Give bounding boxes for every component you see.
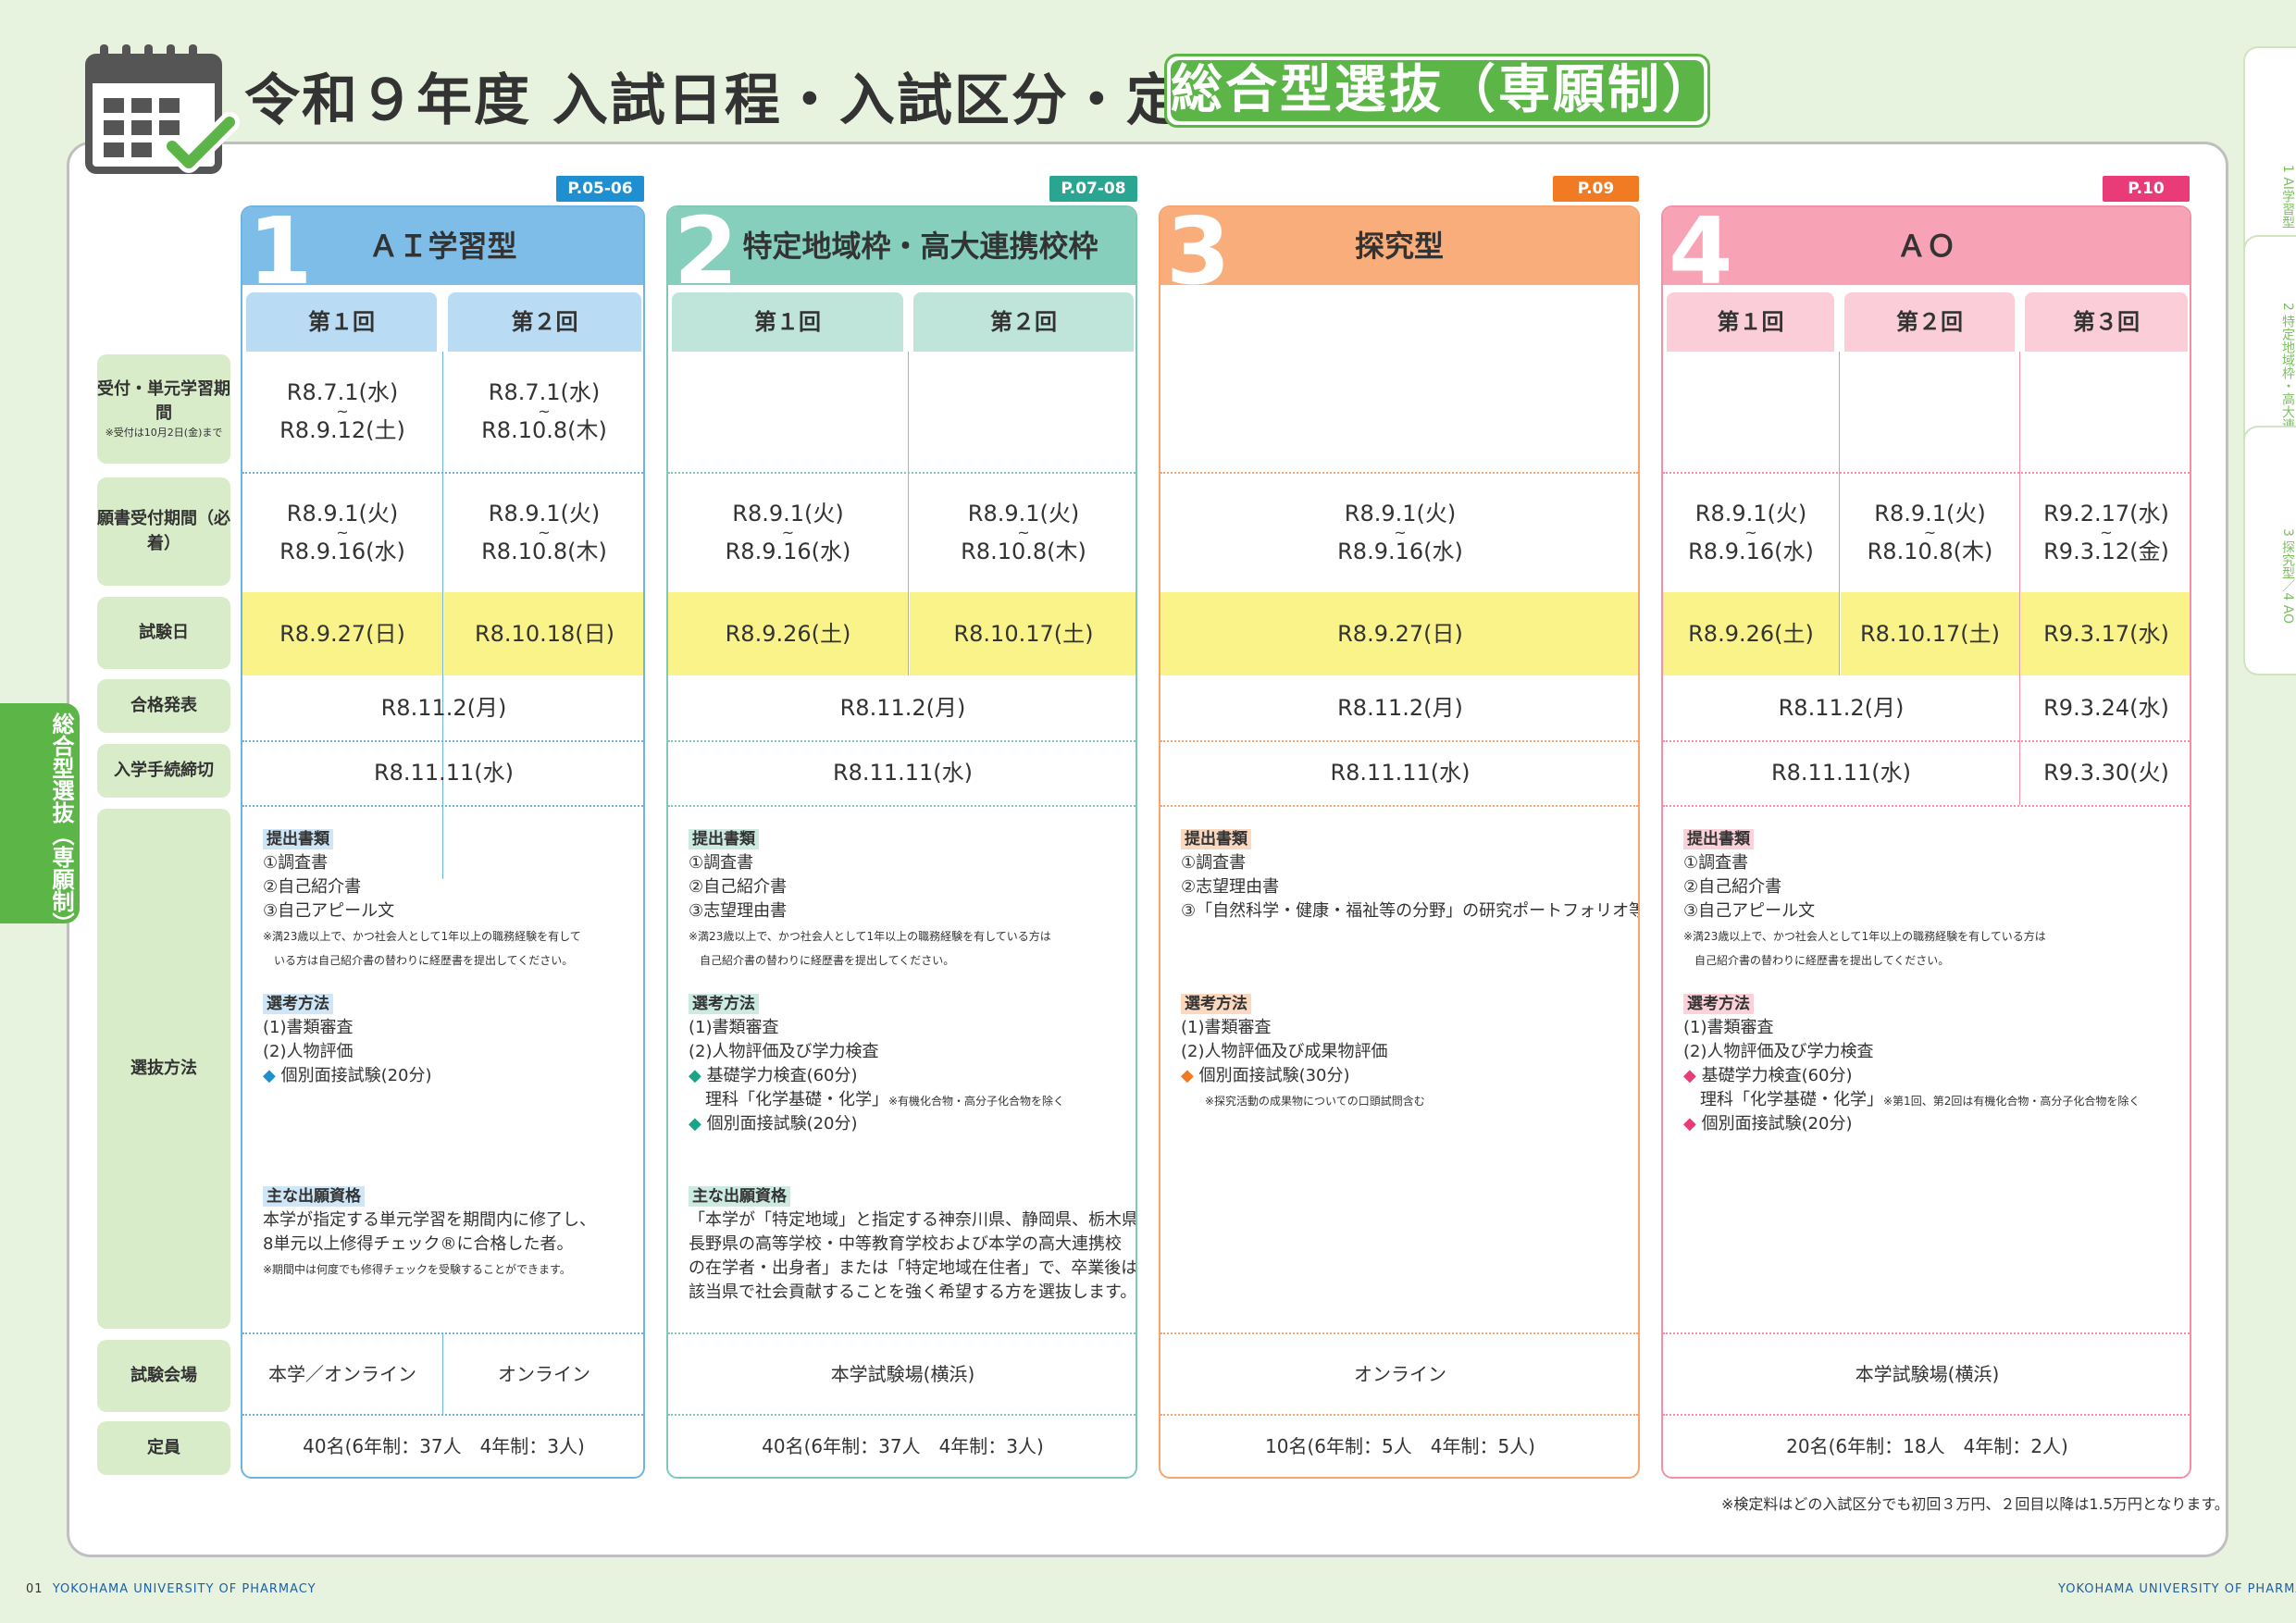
page-title: 令和９年度 入試日程・入試区分・定員 [244,68,1241,133]
card-header: 3 探究型 [1160,207,1638,298]
diamond-bullet-icon: ◆ [689,1066,701,1085]
enroll-deadline: R8.11.11(水) [832,759,973,786]
page-link-tokutei[interactable]: P.07-08 [1049,176,1137,202]
page-link-ai[interactable]: P.05-06 [556,176,644,202]
venue: 本学試験場(横浜) [830,1363,975,1385]
method-block: 選考方法 (1)書類審査 (2)人物評価及び成果物評価 ◆ 個別面接試験(30分)… [1181,994,1425,1108]
apply-period-2: R8.9.1(火) ~ R8.10.8(木) [481,501,607,564]
exam-date-2: R8.10.18(日) [444,592,643,675]
docs-block: 提出書類 ①調査書 ②志望理由書 ③「自然科学・健康・福祉等の分野」の研究ポートフォ… [1181,829,1640,921]
venue: オンライン [1354,1363,1446,1385]
unit-period-1: R8.7.1(水) ~ R8.9.12(土) [279,379,405,443]
method-block: 選考方法 (1)書類審査 (2)人物評価及び学力検査 ◆ 基礎学力検査(60分) … [689,994,1065,1134]
result-date: R8.11.2(月) [1778,694,1905,721]
result-date: R8.11.2(月) [380,694,507,721]
category-card-tokutei: 2 特定地域枠・高大連携校枠 第１回 第２回 R8.9.1(火) ~ R8.9.16… [666,205,1137,1479]
card-header: 4 ＡＯ [1663,207,2190,298]
category-card-ai: 1 ＡＩ学習型 第１回 第２回 R8.7.1(水) ~ R8.9.12(土) R8.… [241,205,645,1479]
apply-period: R8.9.1(火) ~ R8.9.16(水) [1337,501,1463,564]
row-label-method: 選抜方法 [97,809,230,1329]
qualification-block: 主な出願資格 「本学が「特定地域」と指定する神奈川県、静岡県、栃木県、 長野県の高… [689,1186,1137,1302]
calendar-check-icon [83,37,241,194]
result-date: R8.11.2(月) [1337,694,1463,721]
round-header-1: 第１回 [246,292,437,352]
right-tab-3-4[interactable]: 3 探究型／4 AO [2243,426,2296,675]
exam-date-3: R9.3.17(水) [2021,592,2190,675]
diamond-bullet-icon: ◆ [1181,1066,1194,1085]
diamond-bullet-icon: ◆ [689,1114,701,1134]
docs-block: 提出書類 ①調査書 ②自己紹介書 ③志望理由書 ※満23歳以上で、かつ社会人として1… [689,829,1051,967]
apply-period-2: R8.9.1(火) ~ R8.10.8(木) [961,501,1086,564]
result-date: R8.11.2(月) [839,694,966,721]
category-title: 特定地域枠・高大連携校枠 [742,229,1098,264]
row-label-unit: 受付・単元学習期間 ※受付は10月2日(金)まで [97,354,230,464]
footer-left: 01 YOKOHAMA UNIVERSITY OF PHARMACY [26,1582,316,1596]
diamond-bullet-icon: ◆ [1683,1114,1696,1134]
row-label-venue: 試験会場 [97,1340,230,1412]
apply-period-1: R8.9.1(火) ~ R8.9.16(水) [725,501,851,564]
docs-block: 提出書類 ①調査書 ②自己紹介書 ③自己アピール文 ※満23歳以上で、かつ社会人とし… [1683,829,2046,967]
exam-date-2: R8.10.17(土) [1841,592,2019,675]
row-label-result: 合格発表 [97,679,230,733]
page-link-ao[interactable]: P.10 [2103,176,2190,202]
round-header-1: 第１回 [1667,292,1834,352]
venue: 本学試験場(横浜) [1855,1363,2000,1385]
capacity: 40名(6年制：37人 4年制：3人) [762,1435,1044,1457]
exam-date-1: R8.9.27(日) [242,592,442,675]
qualification-block: 主な出願資格 本学が指定する単元学習を期間内に修了し、 8単元以上修得チェック®に… [263,1186,596,1276]
apply-period-2: R8.9.1(火) ~ R8.10.8(木) [1867,501,1993,564]
round-header-2: 第２回 [448,292,641,352]
row-label-exam: 試験日 [97,597,230,669]
apply-period-1: R8.9.1(火) ~ R8.9.16(水) [1688,501,1814,564]
round-header-3: 第３回 [2025,292,2188,352]
row-label-capacity: 定員 [97,1421,230,1475]
enroll-deadline-3: R9.3.30(火) [2043,759,2169,786]
row-label-enroll: 入学手続締切 [97,744,230,798]
exam-date-1: R8.9.26(土) [668,592,908,675]
exam-date-1: R8.9.26(土) [1663,592,1839,675]
venue-1: 本学／オンライン [268,1363,416,1385]
result-date-3: R9.3.24(水) [2043,694,2169,721]
venue-2: オンライン [498,1363,590,1385]
apply-period-1: R8.9.1(火) ~ R8.9.16(水) [279,501,405,564]
category-card-ao: 4 ＡＯ 第１回 第２回 第３回 R8.9.1(火) ~ R8.9.16(水) R8… [1661,205,2191,1479]
capacity: 20名(6年制：18人 4年制：2人) [1786,1435,2068,1457]
method-block: 選考方法 (1)書類審査 (2)人物評価及び学力検査 ◆ 基礎学力検査(60分) … [1683,994,2141,1134]
diamond-bullet-icon: ◆ [1683,1066,1696,1085]
category-title: 探究型 [1354,229,1444,264]
footer-right: YOKOHAMA UNIVERSITY OF PHARMACY 02 [2058,1582,2296,1596]
fee-note: ※検定料はどの入試区分でも初回３万円、２回目以降は1.5万円となります。 [1721,1495,2229,1513]
round-header-2: 第２回 [1844,292,2015,352]
category-title: ＡＯ [1896,229,1956,264]
round-header-1: 第１回 [672,292,903,352]
row-label-apply: 願書受付期間（必着） [97,477,230,586]
enroll-deadline: R8.11.11(水) [1770,759,1911,786]
apply-period-3: R9.2.17(水) ~ R9.3.12(金) [2043,501,2169,564]
card-header: 2 特定地域枠・高大連携校枠 [668,207,1136,298]
round-header-2: 第２回 [913,292,1134,352]
enroll-deadline: R8.11.11(水) [1330,759,1471,786]
unit-period-2: R8.7.1(水) ~ R8.10.8(木) [481,379,607,443]
exam-date: R8.9.27(日) [1160,592,1638,675]
capacity: 10名(6年制：5人 4年制：5人) [1265,1435,1535,1457]
selection-type-badge: 総合型選抜（専願制） [1164,54,1714,128]
category-card-tankyu: 3 探究型 R8.9.1(火) ~ R8.9.16(水) R8.9.27(日) R8… [1159,205,1640,1479]
enroll-deadline: R8.11.11(水) [373,759,514,786]
page-link-tankyu[interactable]: P.09 [1553,176,1639,202]
side-tab-sougou[interactable]: 総合型選抜（専願制） [0,703,80,935]
exam-date-2: R8.10.17(土) [910,592,1136,675]
method-block: 選考方法 (1)書類審査(2)人物評価 ◆ ◆ 個別面接試験(20分)個別面接試… [263,994,432,1085]
docs-block: 提出書類 ①調査書 ②自己紹介書 ③自己アピール文 ※満23歳以上で、かつ社会人とし… [263,829,581,967]
card-header: 1 ＡＩ学習型 [242,207,643,298]
right-index-tabs: 1 AI学習型 2 特定地域枠・高大連携校枠 3 探究型／4 AO [2243,46,2296,675]
capacity: 40名(6年制：37人 4年制：3人) [303,1435,585,1457]
category-title: ＡＩ学習型 [368,229,517,264]
diamond-bullet-icon: ◆ [263,1066,276,1085]
